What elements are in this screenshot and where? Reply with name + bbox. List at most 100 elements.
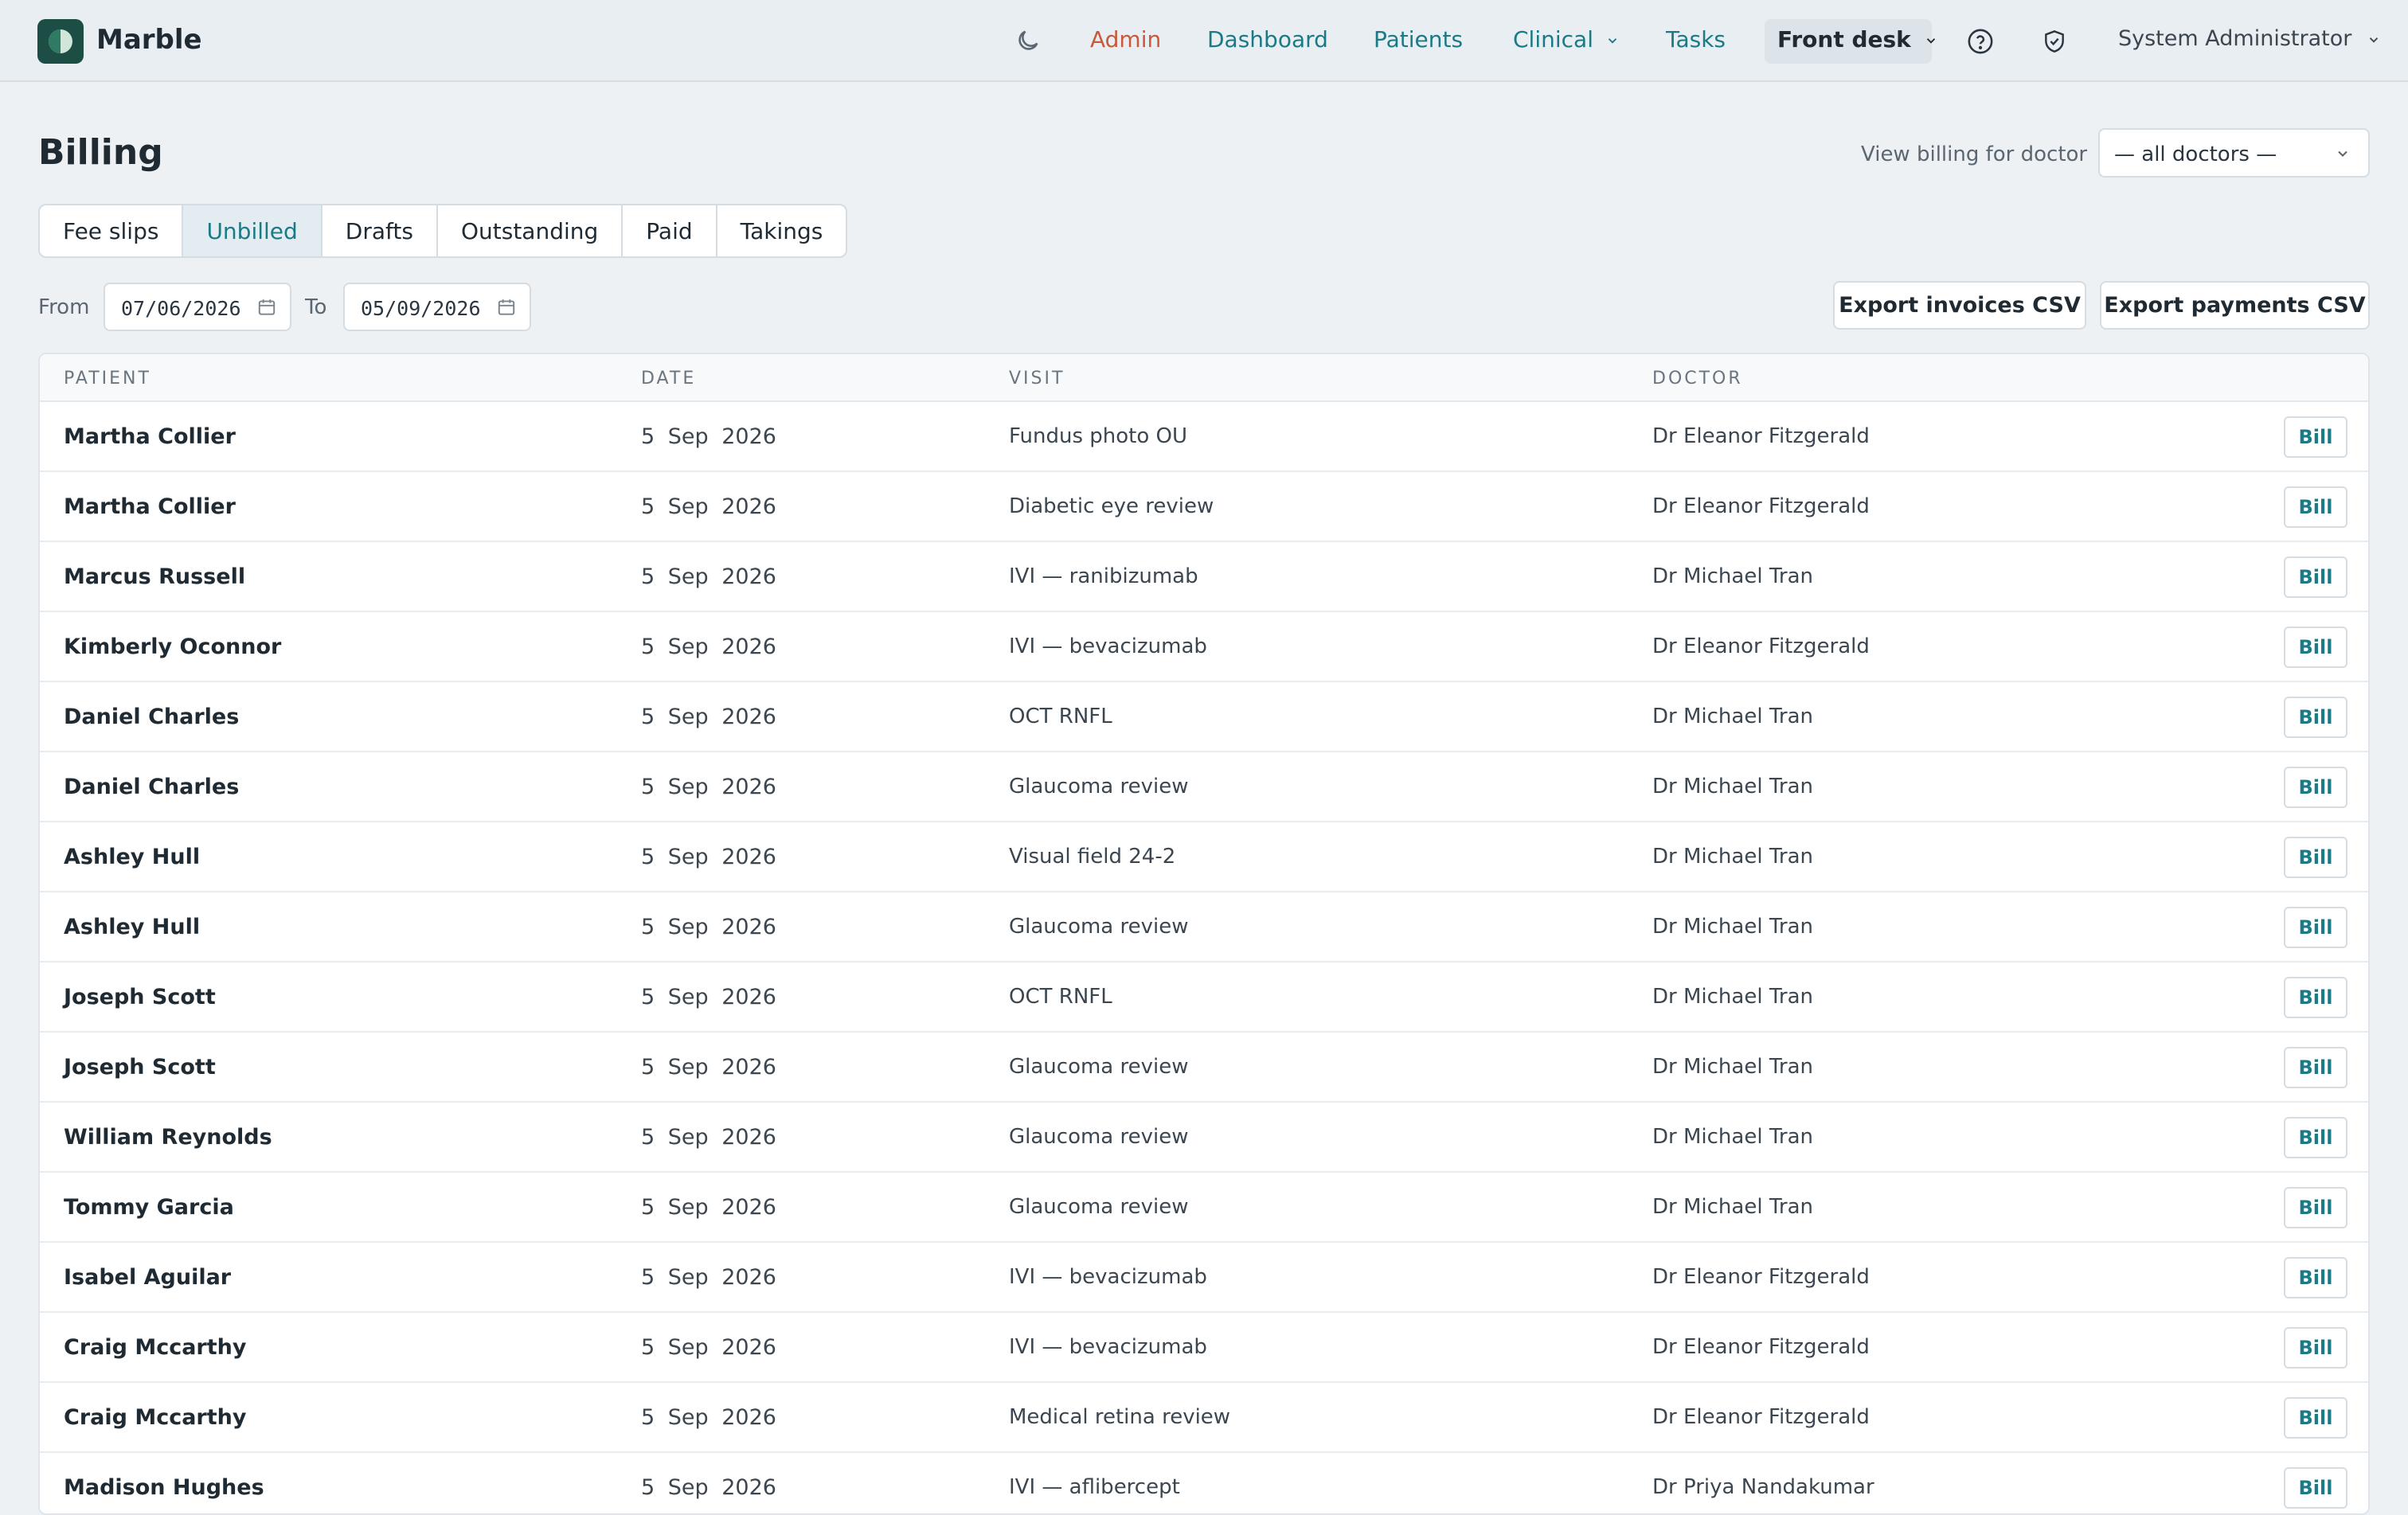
patient-name-cell: Daniel Charles (64, 775, 240, 799)
patient-name-cell: Joseph Scott (64, 985, 216, 1009)
table-row[interactable]: Craig Mccarthy 5 Sep 2026 IVI — bevacizuma… (40, 1313, 2368, 1383)
bill-button[interactable]: Bill (2284, 837, 2347, 878)
visit-cell: Glaucoma review (1009, 1055, 1189, 1079)
table-row[interactable]: Daniel Charles 5 Sep 2026 OCT RNFL Dr Micha… (40, 682, 2368, 752)
patient-name-cell: Madison Hughes (64, 1475, 264, 1500)
dark-mode-moon-icon[interactable] (1014, 27, 1042, 57)
table-row[interactable]: Kimberly Oconnor 5 Sep 2026 IVI — bevacizu… (40, 612, 2368, 682)
chevron-down-icon (1608, 38, 1617, 44)
patient-name-cell: Joseph Scott (64, 1055, 216, 1080)
date-cell: 5 Sep 2026 (641, 915, 776, 939)
doctor-cell: Dr Michael Tran (1652, 705, 1813, 728)
bill-button[interactable]: Bill (2284, 627, 2347, 668)
table-row[interactable]: Tommy Garcia 5 Sep 2026 Glaucoma review Dr … (40, 1173, 2368, 1243)
doctor-cell: Dr Michael Tran (1652, 985, 1813, 1009)
column-header-visit: VISIT (1009, 369, 1065, 389)
table-row[interactable]: Martha Collier 5 Sep 2026 Fundus photo OU D… (40, 402, 2368, 472)
date-cell: 5 Sep 2026 (641, 635, 776, 659)
chevron-down-icon (2369, 37, 2379, 43)
table-row[interactable]: Daniel Charles 5 Sep 2026 Glaucoma review D… (40, 752, 2368, 822)
date-cell: 5 Sep 2026 (641, 1125, 776, 1150)
nav-admin[interactable]: Admin (1090, 26, 1161, 53)
table-row[interactable]: Ashley Hull 5 Sep 2026 Glaucoma review Dr M… (40, 892, 2368, 962)
to-label: To (305, 295, 327, 319)
bill-button[interactable]: Bill (2284, 1467, 2347, 1509)
visit-cell: OCT RNFL (1009, 985, 1112, 1009)
date-cell: 5 Sep 2026 (641, 705, 776, 729)
tab-paid[interactable]: Paid (623, 205, 717, 256)
app-name[interactable]: Marble (96, 24, 202, 56)
date-cell: 5 Sep 2026 (641, 1195, 776, 1220)
nav-clinical[interactable]: Clinical (1513, 26, 1620, 53)
nav-front-desk[interactable]: Front desk (1777, 26, 1938, 53)
shield-check-icon[interactable] (2042, 28, 2067, 58)
visit-cell: IVI — aflibercept (1009, 1475, 1180, 1499)
tab-takings[interactable]: Takings (717, 205, 846, 256)
to-date-input[interactable]: 05/09/2026 (343, 283, 531, 331)
nav-tasks[interactable]: Tasks (1666, 26, 1726, 53)
date-cell: 5 Sep 2026 (641, 424, 776, 449)
date-cell: 5 Sep 2026 (641, 775, 776, 799)
bill-button[interactable]: Bill (2284, 486, 2347, 528)
date-cell: 5 Sep 2026 (641, 494, 776, 519)
bill-button[interactable]: Bill (2284, 977, 2347, 1018)
tab-drafts[interactable]: Drafts (322, 205, 438, 256)
date-cell: 5 Sep 2026 (641, 1475, 776, 1500)
patient-name-cell: Marcus Russell (64, 564, 246, 589)
bill-button[interactable]: Bill (2284, 1327, 2347, 1369)
user-menu[interactable]: System Administrator (2118, 26, 2381, 51)
table-row[interactable]: Madison Hughes 5 Sep 2026 IVI — aflibercep… (40, 1453, 2368, 1513)
date-cell: 5 Sep 2026 (641, 564, 776, 589)
bill-button[interactable]: Bill (2284, 556, 2347, 598)
doctor-cell: Dr Priya Nandakumar (1652, 1475, 1874, 1499)
user-name: System Administrator (2118, 26, 2352, 51)
table-row[interactable]: Isabel Aguilar 5 Sep 2026 IVI — bevacizuma… (40, 1243, 2368, 1313)
marble-logo-icon[interactable] (37, 19, 84, 64)
help-icon[interactable] (1967, 28, 1994, 58)
export-invoices-csv-button[interactable]: Export invoices CSV (1833, 281, 2086, 330)
tab-outstanding[interactable]: Outstanding (438, 205, 624, 256)
table-header: PATIENT DATE VISIT DOCTOR (40, 354, 2368, 402)
patient-name-cell: Isabel Aguilar (64, 1265, 232, 1290)
top-navigation-bar: Marble Admin Dashboard Patients Clinical… (0, 0, 2408, 82)
tab-unbilled[interactable]: Unbilled (183, 205, 322, 256)
table-row[interactable]: Martha Collier 5 Sep 2026 Diabetic eye rev… (40, 472, 2368, 542)
from-date-input[interactable]: 07/06/2026 (104, 283, 291, 331)
page-title: Billing (38, 132, 163, 173)
table-row[interactable]: Marcus Russell 5 Sep 2026 IVI — ranibizuma… (40, 542, 2368, 612)
bill-button[interactable]: Bill (2284, 1397, 2347, 1439)
bill-button[interactable]: Bill (2284, 1047, 2347, 1088)
bill-button[interactable]: Bill (2284, 1187, 2347, 1228)
nav-patients[interactable]: Patients (1374, 26, 1463, 53)
bill-button[interactable]: Bill (2284, 1257, 2347, 1298)
chevron-down-icon (2338, 150, 2347, 157)
patient-name-cell: Martha Collier (64, 494, 236, 519)
patient-name-cell: Tommy Garcia (64, 1195, 234, 1220)
patient-name-cell: Ashley Hull (64, 915, 201, 939)
bill-button[interactable]: Bill (2284, 767, 2347, 808)
calendar-icon[interactable] (496, 297, 517, 322)
table-row[interactable]: William Reynolds 5 Sep 2026 Glaucoma revie… (40, 1103, 2368, 1173)
visit-cell: Glaucoma review (1009, 915, 1189, 939)
bill-button[interactable]: Bill (2284, 907, 2347, 948)
table-row[interactable]: Joseph Scott 5 Sep 2026 Glaucoma review Dr … (40, 1033, 2368, 1103)
visit-cell: Glaucoma review (1009, 1125, 1189, 1149)
table-row[interactable]: Ashley Hull 5 Sep 2026 Visual field 24-2 Dr… (40, 822, 2368, 892)
bill-button[interactable]: Bill (2284, 697, 2347, 738)
bill-button[interactable]: Bill (2284, 1117, 2347, 1158)
column-header-patient: PATIENT (64, 369, 151, 389)
bill-button[interactable]: Bill (2284, 416, 2347, 458)
table-row[interactable]: Joseph Scott 5 Sep 2026 OCT RNFL Dr Michael… (40, 962, 2368, 1033)
doctor-filter-select[interactable]: — all doctors — (2098, 128, 2370, 178)
from-label: From (38, 295, 90, 319)
patient-name-cell: Kimberly Oconnor (64, 635, 282, 659)
tab-fee-slips[interactable]: Fee slips (40, 205, 184, 256)
nav-front-desk-label: Front desk (1777, 26, 1911, 53)
patient-name-cell: Ashley Hull (64, 845, 201, 869)
nav-dashboard[interactable]: Dashboard (1207, 26, 1328, 53)
table-row[interactable]: Craig Mccarthy 5 Sep 2026 Medical retina r… (40, 1383, 2368, 1453)
calendar-icon[interactable] (256, 297, 277, 322)
visit-cell: IVI — bevacizumab (1009, 1265, 1207, 1289)
visit-cell: Medical retina review (1009, 1405, 1231, 1429)
export-payments-csv-button[interactable]: Export payments CSV (2100, 281, 2370, 330)
